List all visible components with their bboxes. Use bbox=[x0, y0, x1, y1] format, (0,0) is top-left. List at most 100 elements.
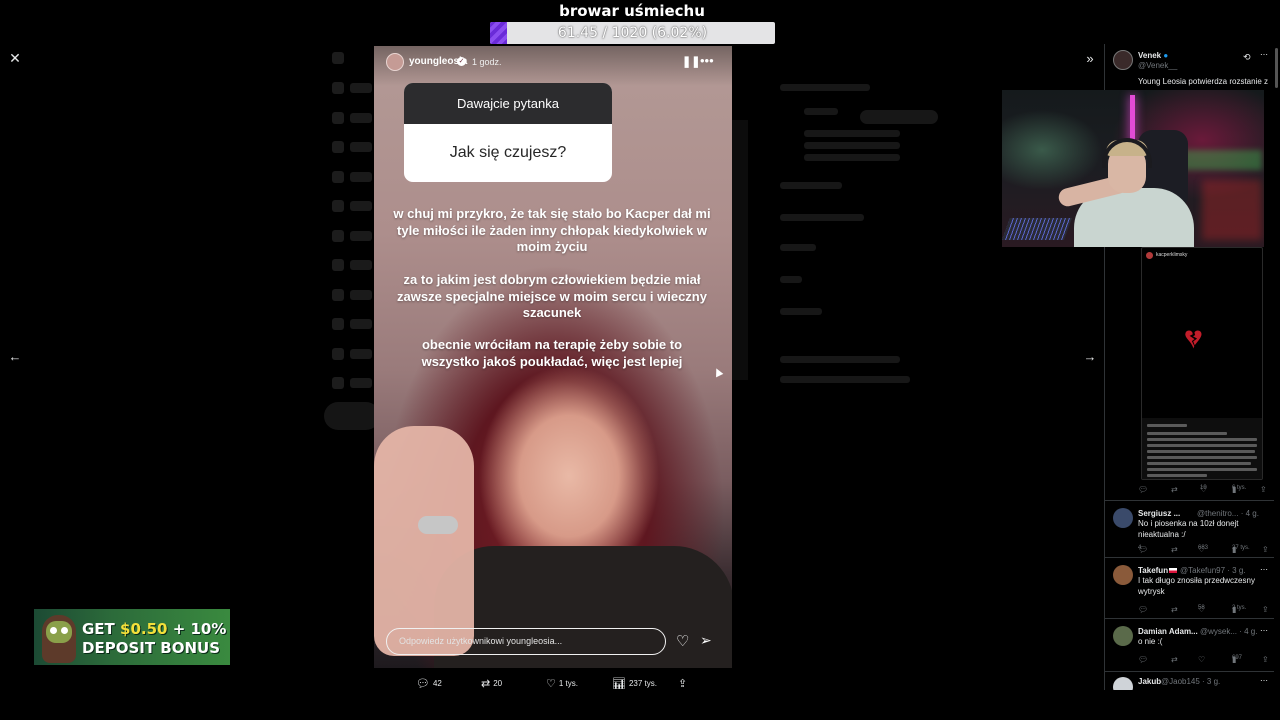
avatar bbox=[1113, 565, 1133, 585]
tweet-author-handle: @Venek__ bbox=[1138, 61, 1178, 70]
repost-icon: ⇄ bbox=[1171, 655, 1178, 664]
story-hand bbox=[374, 426, 474, 656]
send-icon[interactable]: ➢ bbox=[700, 632, 712, 649]
more-options-icon[interactable]: ⋯ bbox=[1260, 626, 1268, 635]
embed-caption-area bbox=[1142, 418, 1262, 479]
views-icon: 📊︎ bbox=[612, 678, 626, 690]
stream-title: browar uśmiechu bbox=[559, 2, 705, 20]
scrollbar[interactable] bbox=[1275, 48, 1278, 88]
more-options-icon[interactable]: ⋯ bbox=[1260, 676, 1268, 685]
background-sidebar-nav bbox=[320, 40, 380, 460]
avatar bbox=[1146, 252, 1153, 259]
verified-badge-icon: ● bbox=[1163, 51, 1169, 60]
pause-icon[interactable]: ❚❚ bbox=[682, 55, 700, 68]
tweet-actions: 💬︎ ⇄ ♡ 19 ▮ 6 tys. ⇪ bbox=[1138, 485, 1267, 494]
ad-mascot-eye bbox=[61, 627, 68, 634]
reply-icon: 💬︎ bbox=[1138, 655, 1149, 664]
more-options-icon[interactable]: ••• bbox=[700, 53, 714, 68]
heart-icon[interactable]: ♡ bbox=[676, 632, 689, 650]
tweet-author-handle: @thenitro... · 4 g. bbox=[1197, 509, 1259, 518]
avatar bbox=[1113, 508, 1133, 528]
ambient-light bbox=[1202, 180, 1262, 240]
reply-icon: 💬︎ bbox=[416, 678, 430, 690]
donation-goal-text: 61.45 / 1020 (6.02%) bbox=[557, 25, 708, 41]
embedded-instagram-screenshot[interactable]: kacperklimsky 💔︎ bbox=[1141, 247, 1263, 480]
repost-action[interactable]: ⇄ 20 bbox=[481, 677, 502, 690]
story-time: 1 godz. bbox=[472, 57, 502, 67]
close-icon[interactable]: ✕ bbox=[7, 51, 23, 67]
like-icon: ♡ bbox=[1198, 655, 1206, 664]
share-icon: ⇪ bbox=[1262, 545, 1269, 554]
arrow-left-icon[interactable]: ← bbox=[7, 350, 23, 366]
ad-headline: GET $0.50 + 10% bbox=[82, 620, 227, 638]
reply-icon: 💬︎ bbox=[1138, 605, 1149, 614]
story-reply-input[interactable]: Odpowiedz użytkownikowi youngleosia... bbox=[386, 628, 666, 655]
background-right-column bbox=[780, 80, 960, 400]
embed-username: kacperklimsky bbox=[1156, 252, 1188, 258]
like-action[interactable]: ♡ 1 tys. bbox=[546, 677, 578, 690]
stream-canvas: browar uśmiechu 61.45 / 1020 (6.02%) ✕ ←… bbox=[0, 0, 1280, 720]
donation-goal-bar: 61.45 / 1020 (6.02%) bbox=[490, 22, 775, 44]
tweet-actions: 💬︎ ⇄ ♡ 58 ▮ 2 tys. ⇪ bbox=[1138, 605, 1269, 614]
broken-heart-icon: 💔︎ bbox=[1185, 323, 1202, 354]
story-answer-paragraph: w chuj mi przykro, że tak się stało bo K… bbox=[393, 206, 711, 254]
avatar bbox=[1113, 677, 1133, 690]
collapse-panel-icon[interactable]: » bbox=[1082, 52, 1098, 68]
tweet-author-handle: @wysek... · 4 g. bbox=[1200, 627, 1258, 636]
tweet-author-name: Venek ● bbox=[1138, 51, 1169, 60]
avatar bbox=[1113, 626, 1133, 646]
reply-action[interactable]: 💬︎ 42 bbox=[416, 677, 442, 690]
arrow-right-icon[interactable]: → bbox=[1082, 350, 1098, 366]
repost-icon: ⇄ bbox=[481, 678, 491, 690]
reply-tweet[interactable]: Jakub @Jaob145 · 3 g. ⋯ bbox=[1105, 673, 1274, 690]
share-action[interactable]: ⇪ bbox=[678, 677, 690, 690]
repost-icon: ⇄ bbox=[1171, 485, 1178, 494]
share-icon: ⇪ bbox=[1262, 605, 1269, 614]
more-options-icon[interactable]: ⋯ bbox=[1260, 50, 1268, 59]
views-action[interactable]: 📊︎ 237 tys. bbox=[612, 677, 657, 690]
tweet-author-handle: @Takefun97 · 3 g. bbox=[1180, 566, 1246, 575]
tweet-author-handle: @Jaob145 · 3 g. bbox=[1161, 677, 1221, 686]
share-icon: ⇪ bbox=[1262, 655, 1269, 664]
story-answer-paragraph: obecnie wróciłam na terapię żeby sobie t… bbox=[421, 337, 683, 369]
ad-mascot-eye bbox=[50, 627, 57, 634]
verified-badge-icon: ✓ bbox=[457, 57, 466, 66]
repost-icon: ⇄ bbox=[1171, 605, 1178, 614]
repost-icon: ⇄ bbox=[1171, 545, 1178, 554]
like-icon: ♡ bbox=[546, 678, 556, 690]
instagram-story-image: youngleosia ✓ 1 godz. ❚❚ ••• Dawajcie py… bbox=[374, 46, 732, 668]
question-sticker-header: Dawajcie pytanka bbox=[404, 83, 612, 124]
deposit-bonus-ad[interactable]: GET $0.50 + 10% DEPOSIT BONUS bbox=[34, 609, 230, 665]
story-ring bbox=[418, 516, 458, 534]
tweet-actions: 💬︎ 4 ⇄ ♡ 683 ▮ 27 tys. ⇪ bbox=[1138, 545, 1269, 554]
grok-icon[interactable]: ⟲ bbox=[1243, 52, 1251, 63]
avatar bbox=[1113, 50, 1133, 70]
more-options-icon[interactable]: ⋯ bbox=[1260, 565, 1268, 574]
tweet-text: Young Leosia potwierdza rozstanie z bbox=[1138, 77, 1269, 86]
tweet-text: o nie :( bbox=[1138, 637, 1163, 646]
reply-icon: 💬︎ bbox=[1138, 485, 1149, 494]
tweet-text: No i piosenka na 10zł donejt nieaktualna… bbox=[1138, 519, 1239, 539]
reply-count: 42 bbox=[432, 679, 442, 688]
post-action-bar: 💬︎ 42 ⇄ 20 ♡ 1 tys. 📊︎ 237 tys. ⇪ bbox=[410, 677, 710, 693]
tweet-author-name: Damian Adam... bbox=[1138, 627, 1198, 636]
share-icon: ⇪ bbox=[678, 678, 688, 690]
question-sticker-question: Jak się czujesz? bbox=[449, 144, 567, 161]
story-answer-paragraph: za to jakim jest dobrym człowiekiem będz… bbox=[397, 272, 707, 320]
keyboard bbox=[1002, 218, 1073, 240]
poland-flag-icon bbox=[1169, 568, 1178, 573]
tweet-actions: 💬︎ ⇄ ♡ ▮ 697 ⇪ bbox=[1138, 655, 1269, 664]
views-count: 237 tys. bbox=[628, 679, 657, 688]
story-avatar bbox=[386, 53, 404, 71]
ad-subline: DEPOSIT BONUS bbox=[82, 639, 221, 657]
tweet-text: I tak długo znosiła przedwczesny wytrysk bbox=[1138, 576, 1255, 596]
tweet-author-name: Jakub bbox=[1138, 677, 1162, 686]
streamer-webcam bbox=[1002, 90, 1264, 247]
reply-tweet[interactable]: Sergiusz ... @thenitro... · 4 g. No i pi… bbox=[1105, 502, 1274, 558]
reply-tweet[interactable]: Takefun @Takefun97 · 3 g. ⋯ I tak długo … bbox=[1105, 559, 1274, 619]
question-sticker: Dawajcie pytanka Jak się czujesz? bbox=[404, 83, 612, 182]
repost-count: 20 bbox=[493, 679, 503, 688]
tweet-author-name: Takefun bbox=[1138, 566, 1178, 575]
background-post-button bbox=[324, 402, 380, 430]
reply-tweet[interactable]: Damian Adam... @wysek... · 4 g. ⋯ o nie … bbox=[1105, 620, 1274, 672]
